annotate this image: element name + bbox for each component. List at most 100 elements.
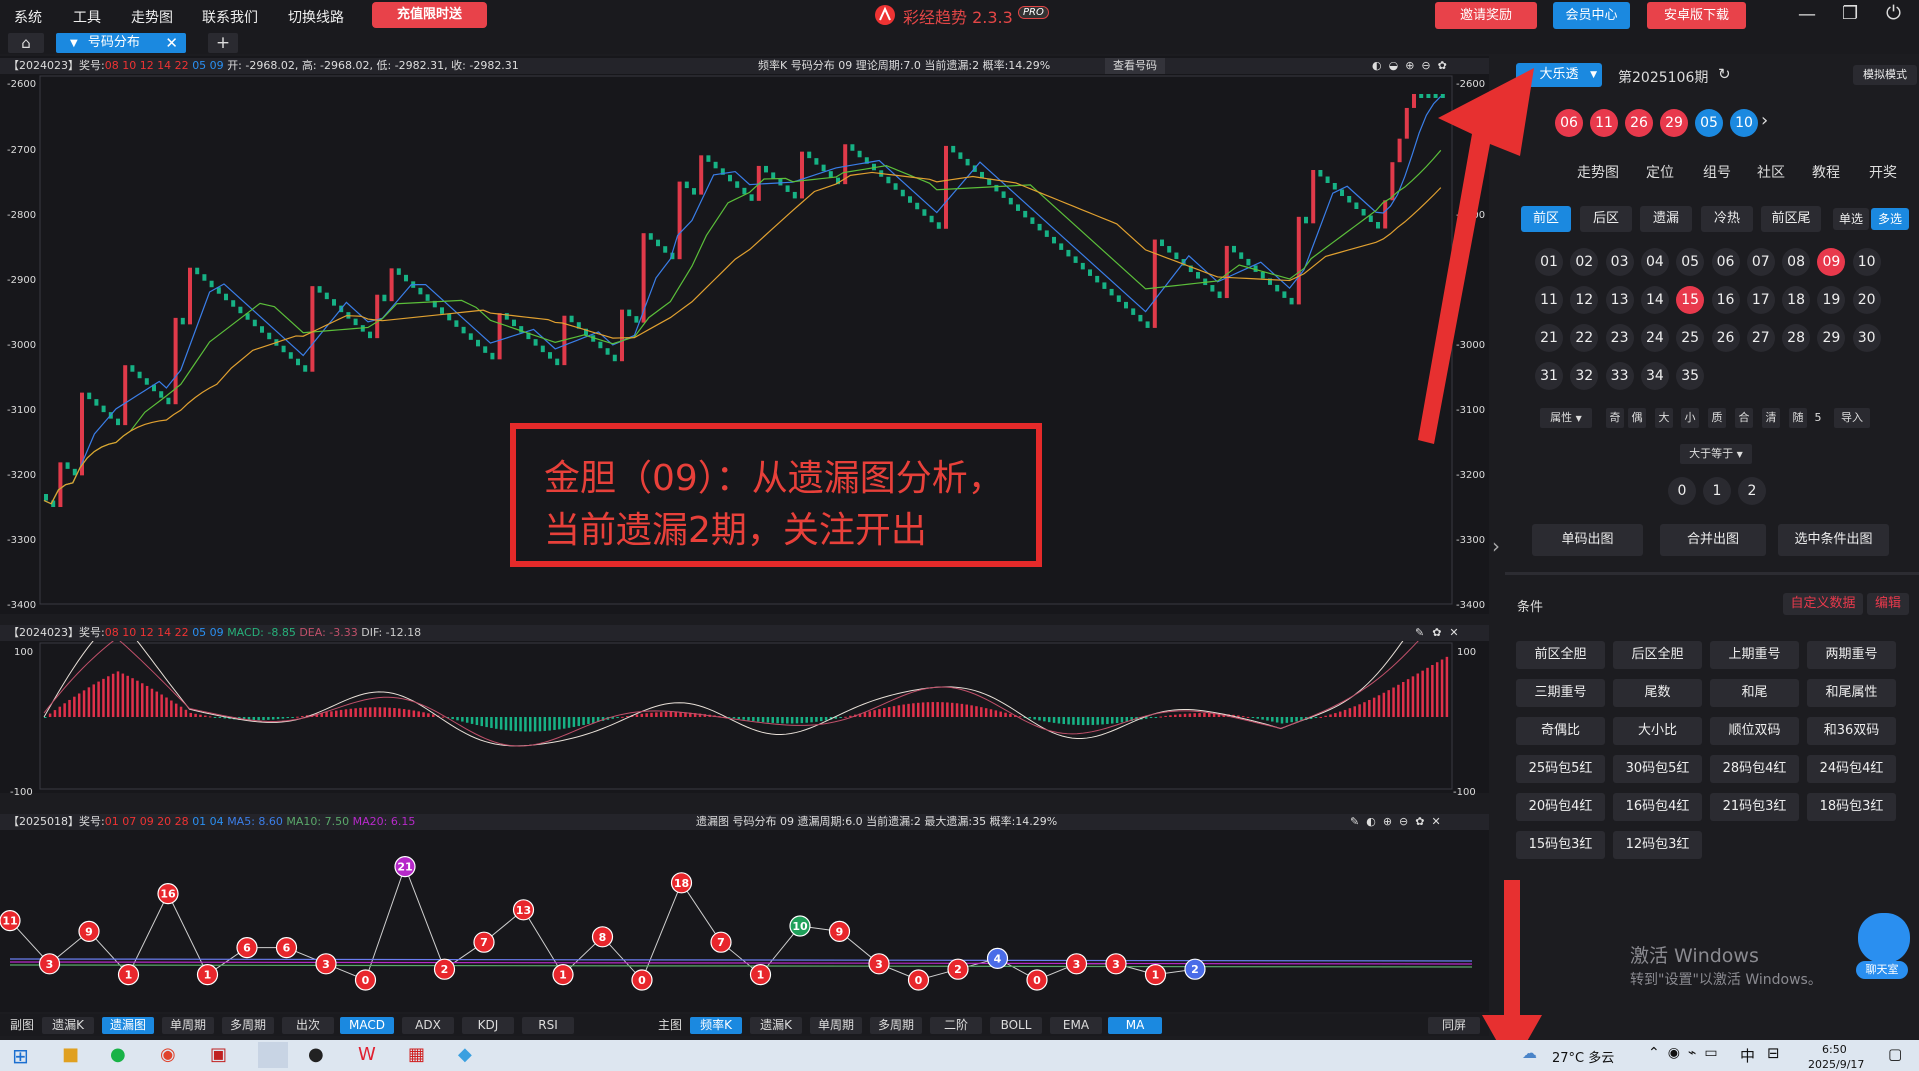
condition-button[interactable]: 和36双码 <box>1807 717 1896 745</box>
refresh-icon[interactable]: ↻ <box>1718 65 1731 83</box>
menu-tools[interactable]: 工具 <box>73 7 101 27</box>
clock-date[interactable]: 2025/9/17 <box>1808 1058 1864 1071</box>
file-explorer-icon[interactable]: ■ <box>62 1044 79 1065</box>
number-35[interactable]: 35 <box>1676 362 1705 390</box>
multi-select-button[interactable]: 多选 <box>1871 208 1909 230</box>
nav-tutorial[interactable]: 教程 <box>1812 162 1840 182</box>
tab-close-icon[interactable]: ✕ <box>165 33 178 53</box>
home-icon[interactable]: ⌂ <box>8 33 44 53</box>
number-05[interactable]: 05 <box>1676 248 1705 276</box>
number-29[interactable]: 29 <box>1817 324 1846 352</box>
zone-tab-miss[interactable]: 遗漏 <box>1640 206 1692 232</box>
filter-clear[interactable]: 清 <box>1762 408 1780 428</box>
number-28[interactable]: 28 <box>1782 324 1811 352</box>
condition-button[interactable]: 和尾 <box>1710 679 1799 707</box>
nav-community[interactable]: 社区 <box>1757 162 1785 182</box>
condition-button[interactable]: 30码包5红 <box>1613 755 1702 783</box>
windows-start-icon[interactable]: ⊞ <box>12 1044 29 1068</box>
number-20[interactable]: 20 <box>1852 286 1881 314</box>
number-24[interactable]: 24 <box>1640 324 1669 352</box>
clock-time[interactable]: 6:50 <box>1822 1043 1847 1056</box>
number-15[interactable]: 15 <box>1676 286 1705 314</box>
btn-main-single-period[interactable]: 单周期 <box>810 1017 862 1034</box>
promo-button[interactable]: 充值限时送 <box>372 2 487 28</box>
chrome-icon[interactable]: ◉ <box>160 1044 176 1065</box>
number-32[interactable]: 32 <box>1570 362 1599 390</box>
condition-button[interactable]: 大小比 <box>1613 717 1702 745</box>
number-22[interactable]: 22 <box>1570 324 1599 352</box>
condition-button[interactable]: 尾数 <box>1613 679 1702 707</box>
attribute-select[interactable]: 属性 ▼ <box>1540 408 1592 428</box>
btn-miss-chart[interactable]: 遗漏图 <box>102 1017 154 1034</box>
condition-button[interactable]: 20码包4红 <box>1516 793 1605 821</box>
btn-rsi[interactable]: RSI <box>522 1017 574 1034</box>
condition-button[interactable]: 18码包3红 <box>1807 793 1896 821</box>
condition-button[interactable]: 后区全胆 <box>1613 641 1702 669</box>
condition-button[interactable]: 前区全胆 <box>1516 641 1605 669</box>
count-option-0[interactable]: 0 <box>1668 477 1696 505</box>
number-19[interactable]: 19 <box>1817 286 1846 314</box>
chat-room-icon[interactable] <box>1858 913 1910 963</box>
edit-button[interactable]: 编辑 <box>1867 593 1909 615</box>
single-select-button[interactable]: 单选 <box>1833 208 1869 230</box>
invite-button[interactable]: 邀请奖励 <box>1435 2 1537 29</box>
number-03[interactable]: 03 <box>1605 248 1634 276</box>
zone-tab-hot-cold[interactable]: 冷热 <box>1701 206 1753 232</box>
number-33[interactable]: 33 <box>1605 362 1634 390</box>
condition-button[interactable]: 两期重号 <box>1807 641 1896 669</box>
number-26[interactable]: 26 <box>1711 324 1740 352</box>
number-09[interactable]: 09 <box>1817 248 1846 276</box>
minimize-icon[interactable]: — <box>1798 4 1816 25</box>
condition-button[interactable]: 奇偶比 <box>1516 717 1605 745</box>
number-23[interactable]: 23 <box>1605 324 1634 352</box>
number-13[interactable]: 13 <box>1605 286 1634 314</box>
btn-same-screen[interactable]: 同屏 <box>1428 1017 1480 1034</box>
filter-composite[interactable]: 合 <box>1735 408 1753 428</box>
menu-contact[interactable]: 联系我们 <box>202 7 258 27</box>
restore-icon[interactable]: ❐ <box>1842 3 1858 24</box>
panel2-tool-icons[interactable]: ✎✿✕ <box>1415 625 1467 641</box>
active-app-icon[interactable] <box>258 1042 288 1068</box>
condition-button[interactable]: 24码包4红 <box>1807 755 1896 783</box>
condition-button[interactable]: 25码包5红 <box>1516 755 1605 783</box>
notification-icon[interactable]: ▢ <box>1888 1045 1902 1063</box>
btn-main-multi-period[interactable]: 多周期 <box>870 1017 922 1034</box>
condition-button[interactable]: 和尾属性 <box>1807 679 1896 707</box>
btn-second-order[interactable]: 二阶 <box>930 1017 982 1034</box>
single-code-chart-button[interactable]: 单码出图 <box>1532 524 1643 556</box>
weather-text[interactable]: 27°C 多云 <box>1552 1047 1614 1066</box>
btn-occurrences[interactable]: 出次 <box>282 1017 334 1034</box>
btn-main-miss-k[interactable]: 遗漏K <box>750 1017 802 1034</box>
next-draw-icon[interactable]: › <box>1761 110 1768 131</box>
number-17[interactable]: 17 <box>1746 286 1775 314</box>
nav-combo[interactable]: 组号 <box>1703 162 1731 182</box>
zone-tab-back[interactable]: 后区 <box>1580 206 1632 232</box>
number-25[interactable]: 25 <box>1676 324 1705 352</box>
filter-odd[interactable]: 奇 <box>1606 408 1624 428</box>
number-12[interactable]: 12 <box>1570 286 1599 314</box>
menu-switch-line[interactable]: 切换线路 <box>288 7 344 27</box>
btn-single-period[interactable]: 单周期 <box>162 1017 214 1034</box>
number-06[interactable]: 06 <box>1711 248 1740 276</box>
random-count[interactable]: 5 <box>1809 408 1827 428</box>
number-07[interactable]: 07 <box>1746 248 1775 276</box>
btn-ema[interactable]: EMA <box>1050 1017 1102 1034</box>
number-27[interactable]: 27 <box>1746 324 1775 352</box>
menu-trend[interactable]: 走势图 <box>131 7 173 27</box>
btn-miss-k[interactable]: 遗漏K <box>42 1017 94 1034</box>
nav-position[interactable]: 定位 <box>1646 162 1674 182</box>
filter-even[interactable]: 偶 <box>1628 408 1646 428</box>
condition-button[interactable]: 12码包3红 <box>1613 831 1702 859</box>
app-icon-3[interactable]: ◆ <box>458 1044 472 1065</box>
condition-button[interactable]: 28码包4红 <box>1710 755 1799 783</box>
number-30[interactable]: 30 <box>1852 324 1881 352</box>
condition-button[interactable]: 顺位双码 <box>1710 717 1799 745</box>
nav-trend[interactable]: 走势图 <box>1577 162 1619 182</box>
nav-draw[interactable]: 开奖 <box>1869 162 1897 182</box>
number-10[interactable]: 10 <box>1852 248 1881 276</box>
qq-icon[interactable]: ● <box>308 1044 324 1065</box>
filter-random[interactable]: 随 <box>1789 408 1807 428</box>
menu-system[interactable]: 系统 <box>14 7 42 27</box>
number-08[interactable]: 08 <box>1782 248 1811 276</box>
custom-data-button[interactable]: 自定义数据 <box>1783 593 1863 615</box>
